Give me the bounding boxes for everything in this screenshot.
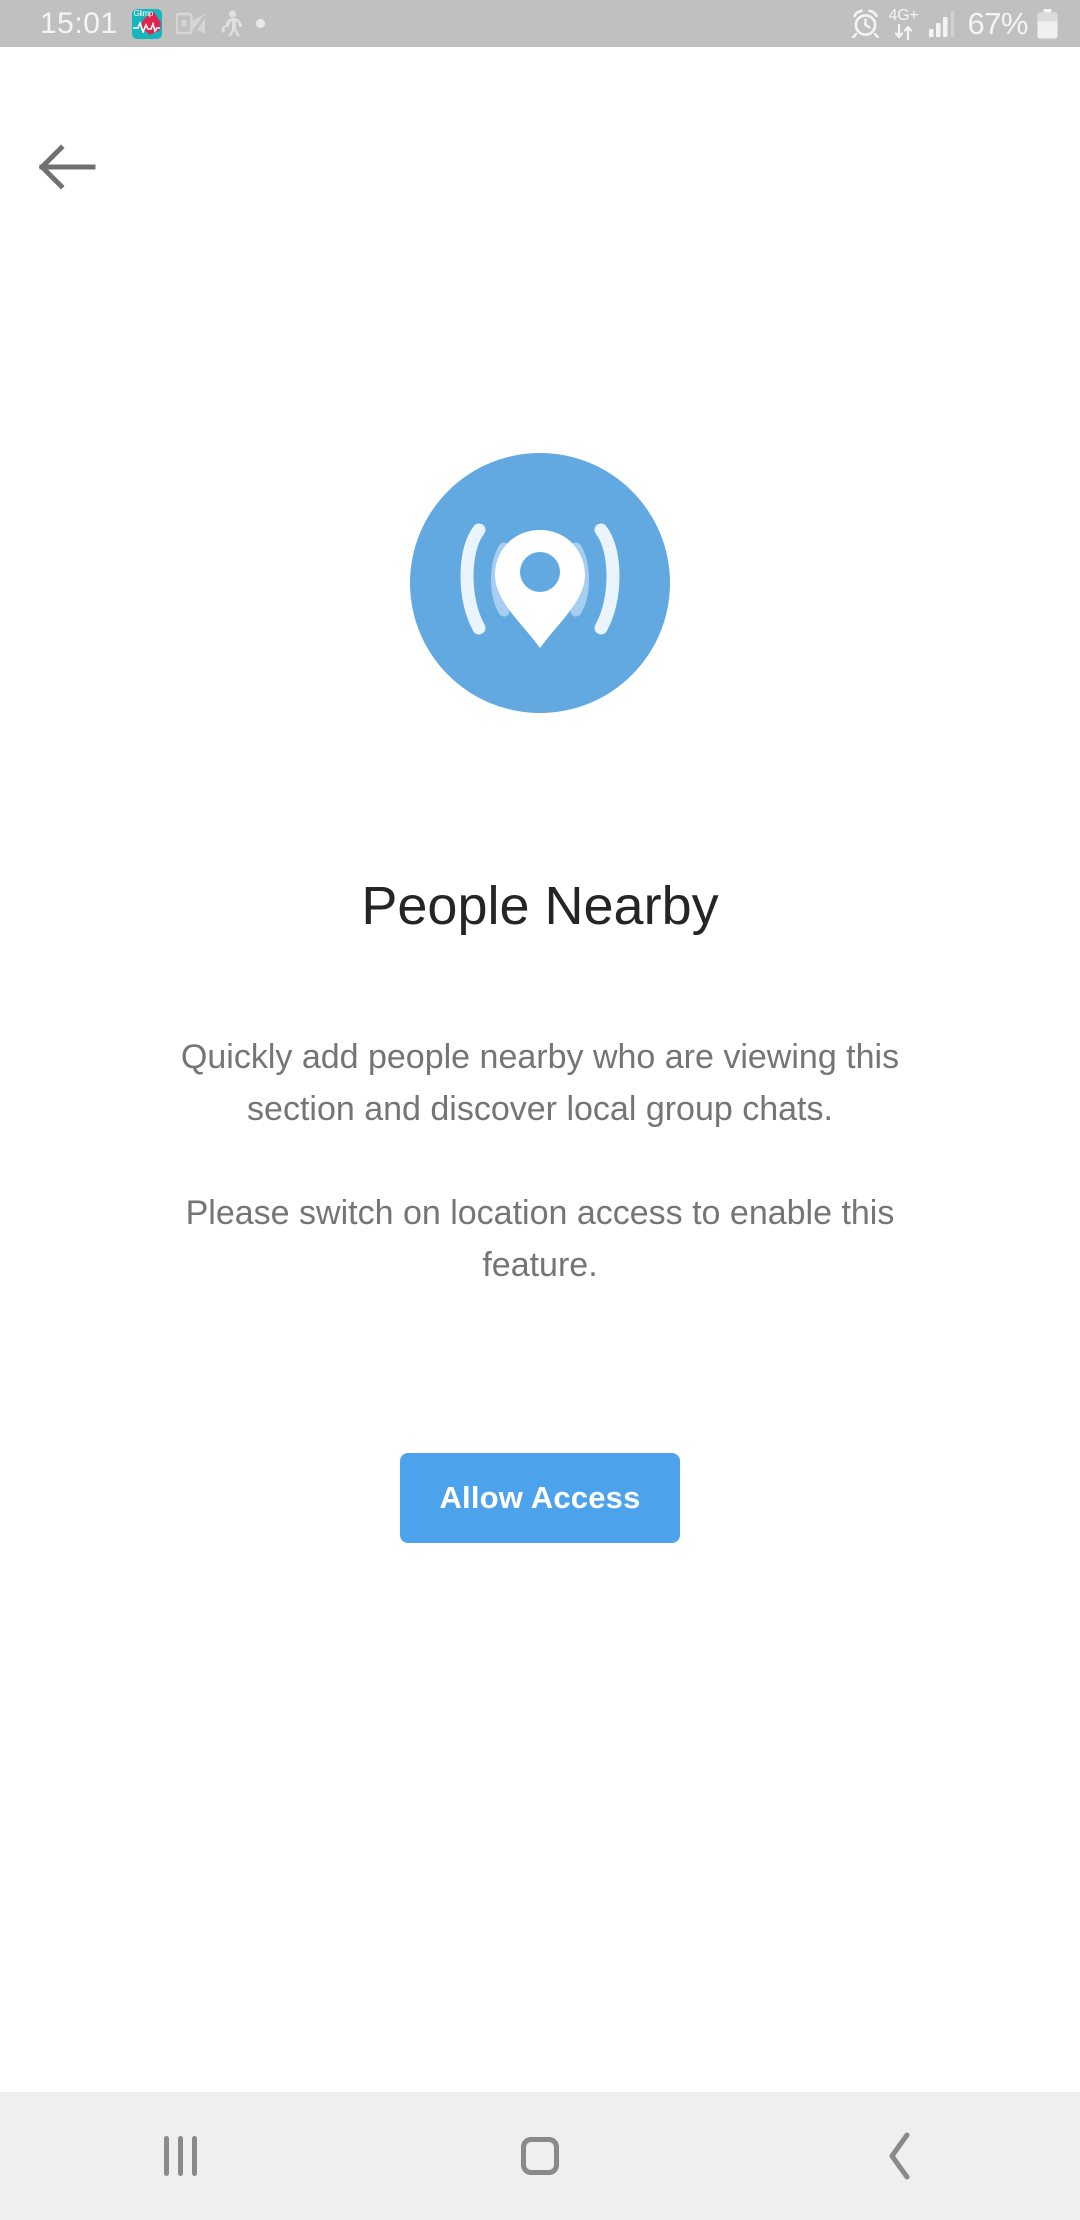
notification-dot-icon [255, 19, 265, 28]
page-title: People Nearby [361, 876, 719, 936]
people-nearby-location-broadcast-icon [410, 453, 670, 713]
app-bar [0, 47, 1080, 190]
outlook-notification-icon [175, 12, 206, 34]
battery-icon [1037, 8, 1058, 38]
nav-back-button[interactable] [720, 2092, 1080, 2220]
system-navigation-bar [0, 2092, 1080, 2220]
network-type-label: 4G+ [888, 6, 919, 24]
network-type-indicator: 4G+ [888, 6, 919, 40]
status-bar: 15:01 Glimp 4G+ 67% [0, 0, 1080, 47]
walking-person-icon [221, 9, 242, 36]
status-bar-right: 4G+ 67% [851, 6, 1058, 41]
status-clock: 15:01 [40, 6, 118, 40]
status-bar-left: 15:01 Glimp [40, 6, 851, 40]
description-paragraph-2: Please switch on location access to enab… [185, 1194, 895, 1285]
recents-icon [163, 2136, 197, 2176]
signal-bars-icon [929, 10, 955, 37]
nav-home-button[interactable] [360, 2092, 720, 2220]
allow-access-button[interactable]: Allow Access [400, 1453, 680, 1544]
location-pin-waves-graphic [460, 523, 620, 648]
description-block: Quickly add people nearby who are viewin… [130, 1031, 950, 1291]
main-content: People Nearby Quickly add people nearby … [0, 157, 1080, 2092]
glimp-ecg-wave-icon [132, 21, 160, 33]
nav-recents-button[interactable] [0, 2092, 360, 2220]
description-paragraph-1: Quickly add people nearby who are viewin… [180, 1038, 900, 1129]
data-transfer-arrows-icon [894, 23, 912, 40]
back-chevron-icon [889, 2132, 910, 2180]
glimp-app-icon: Glimp [131, 8, 162, 39]
alarm-icon [851, 9, 879, 38]
battery-percent-label: 67% [967, 6, 1028, 41]
glimp-label: Glimp [133, 8, 154, 18]
home-icon [521, 2137, 559, 2175]
